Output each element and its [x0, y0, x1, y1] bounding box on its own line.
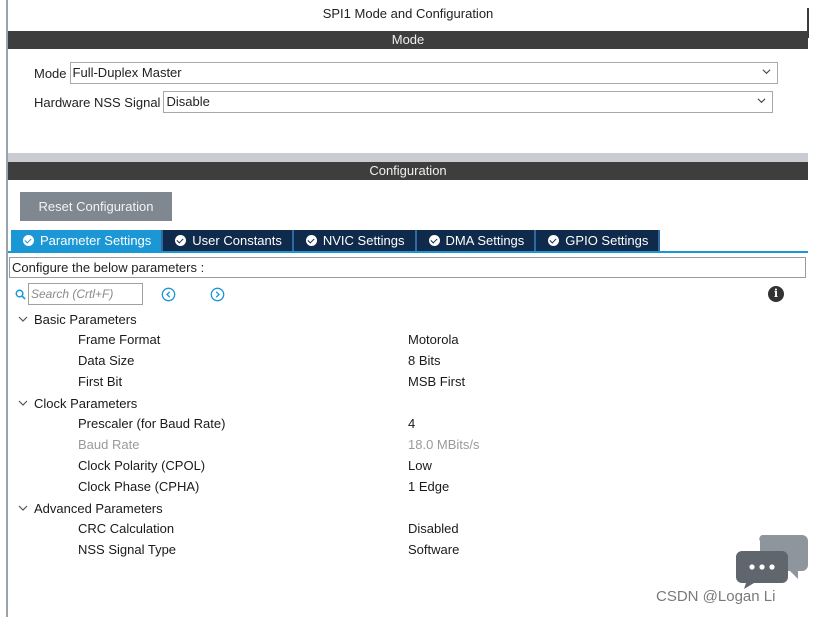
group-title: Basic Parameters: [34, 311, 137, 327]
group-advanced-parameters[interactable]: Advanced Parameters: [18, 498, 163, 518]
param-value[interactable]: 4: [408, 414, 415, 434]
reset-configuration-button[interactable]: Reset Configuration: [20, 192, 172, 221]
tab-gpio-settings[interactable]: GPIO Settings: [536, 230, 661, 251]
param-name: Data Size: [78, 353, 135, 368]
group-title: Advanced Parameters: [34, 500, 163, 516]
configuration-section-header: Configuration: [8, 162, 808, 180]
info-icon[interactable]: i: [768, 286, 784, 302]
param-value[interactable]: Disabled: [408, 519, 459, 539]
tab-underline: [8, 251, 808, 253]
chevron-down-icon: [757, 98, 766, 104]
nss-select-value: Disable: [166, 94, 210, 109]
tab-label: User Constants: [192, 233, 282, 248]
tab-bar: Parameter Settings User Constants NVIC S…: [11, 230, 661, 251]
check-circle-icon: [428, 235, 440, 246]
left-border: [6, 0, 8, 617]
tab-label: Parameter Settings: [40, 233, 152, 248]
mode-select-value: Full-Duplex Master: [72, 65, 182, 80]
check-circle-icon: [548, 235, 560, 246]
param-name: Clock Phase (CPHA): [78, 479, 200, 494]
param-name: CRC Calculation: [78, 521, 175, 536]
tab-label: GPIO Settings: [565, 233, 649, 248]
param-name: Prescaler (for Baud Rate): [78, 416, 226, 431]
param-name: First Bit: [78, 374, 123, 389]
mode-row: Mode Full-Duplex Master: [34, 62, 778, 84]
search-input[interactable]: Search (Crtl+F): [28, 283, 143, 305]
check-circle-icon: [305, 235, 317, 246]
search-icon: [15, 289, 26, 300]
mode-label: Mode: [34, 65, 67, 81]
chevron-down-icon: [762, 69, 771, 75]
nss-label: Hardware NSS Signal: [34, 94, 161, 110]
check-circle-icon: [23, 235, 34, 246]
previous-icon[interactable]: [161, 287, 176, 302]
watermark: CSDN @Logan Li: [656, 588, 776, 605]
tab-parameter-settings[interactable]: Parameter Settings: [11, 230, 164, 251]
param-name: Frame Format: [78, 332, 161, 347]
param-value[interactable]: Software: [408, 540, 459, 560]
tab-dma-settings[interactable]: DMA Settings: [416, 230, 537, 251]
group-basic-parameters[interactable]: Basic Parameters: [18, 309, 137, 329]
next-icon[interactable]: [210, 287, 225, 302]
param-value[interactable]: Low: [408, 456, 432, 476]
chat-bubble-icon: [736, 535, 808, 589]
param-value[interactable]: Motorola: [408, 330, 459, 350]
param-value[interactable]: 1 Edge: [408, 477, 449, 497]
param-name: Clock Polarity (CPOL): [78, 458, 206, 473]
configure-hint: Configure the below parameters :: [9, 257, 806, 278]
tab-nvic-settings[interactable]: NVIC Settings: [293, 230, 417, 251]
chevron-down-icon: [18, 316, 28, 322]
section-divider: [8, 153, 808, 162]
param-name: Baud Rate: [78, 437, 140, 452]
tab-user-constants[interactable]: User Constants: [163, 230, 294, 251]
check-circle-icon: [175, 235, 187, 246]
tab-label: DMA Settings: [445, 233, 525, 248]
nss-select[interactable]: Disable: [163, 91, 774, 113]
param-value[interactable]: 8 Bits: [408, 351, 441, 371]
tab-label: NVIC Settings: [322, 233, 405, 248]
chevron-down-icon: [18, 400, 28, 406]
group-clock-parameters[interactable]: Clock Parameters: [18, 393, 137, 413]
param-value: 18.0 MBits/s: [408, 437, 480, 452]
window-title: SPI1 Mode and Configuration: [322, 6, 494, 21]
search-row: Search (Crtl+F): [15, 283, 225, 305]
param-value[interactable]: MSB First: [408, 372, 465, 392]
group-title: Clock Parameters: [34, 395, 138, 411]
mode-select[interactable]: Full-Duplex Master: [69, 62, 778, 84]
chevron-down-icon: [18, 505, 28, 511]
nss-row: Hardware NSS Signal Disable: [34, 91, 774, 113]
mode-section-header: Mode: [8, 31, 808, 49]
param-name: NSS Signal Type: [78, 542, 177, 557]
